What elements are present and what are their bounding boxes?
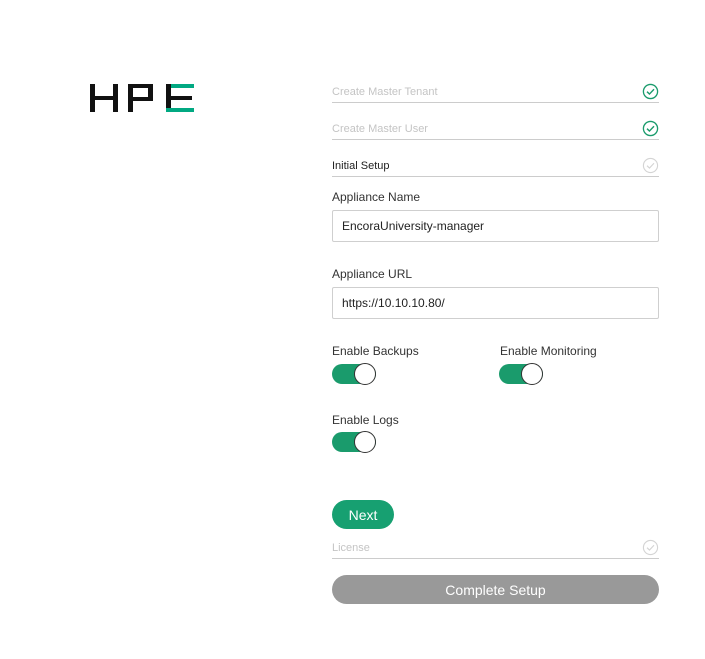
enable-logs-label: Enable Logs xyxy=(332,413,399,427)
enable-logs-toggle[interactable] xyxy=(332,431,376,453)
appliance-url-label: Appliance URL xyxy=(332,267,413,281)
step-label: License xyxy=(332,542,370,554)
appliance-name-input[interactable] xyxy=(332,210,659,242)
step-create-master-tenant[interactable]: Create Master Tenant xyxy=(332,80,659,103)
step-label: Initial Setup xyxy=(332,160,390,172)
step-label: Create Master Tenant xyxy=(332,86,438,98)
next-button[interactable]: Next xyxy=(332,500,394,529)
setup-page: Create Master Tenant Create Master User … xyxy=(0,0,705,659)
toggle-knob xyxy=(354,431,376,453)
appliance-url-input[interactable] xyxy=(332,287,659,319)
check-circle-icon xyxy=(642,157,659,173)
check-circle-icon xyxy=(642,539,659,555)
step-label: Create Master User xyxy=(332,123,428,135)
complete-setup-button[interactable]: Complete Setup xyxy=(332,575,659,604)
step-create-master-user[interactable]: Create Master User xyxy=(332,117,659,140)
enable-monitoring-toggle[interactable] xyxy=(499,363,543,385)
step-initial-setup[interactable]: Initial Setup xyxy=(332,154,659,177)
enable-backups-toggle[interactable] xyxy=(332,363,376,385)
enable-backups-label: Enable Backups xyxy=(332,344,419,358)
step-license[interactable]: License xyxy=(332,536,659,559)
hpe-logo xyxy=(90,84,194,112)
check-circle-icon xyxy=(642,83,659,99)
check-circle-icon xyxy=(642,120,659,136)
toggle-knob xyxy=(521,363,543,385)
appliance-name-label: Appliance Name xyxy=(332,190,421,204)
toggle-knob xyxy=(354,363,376,385)
enable-monitoring-label: Enable Monitoring xyxy=(500,344,597,358)
